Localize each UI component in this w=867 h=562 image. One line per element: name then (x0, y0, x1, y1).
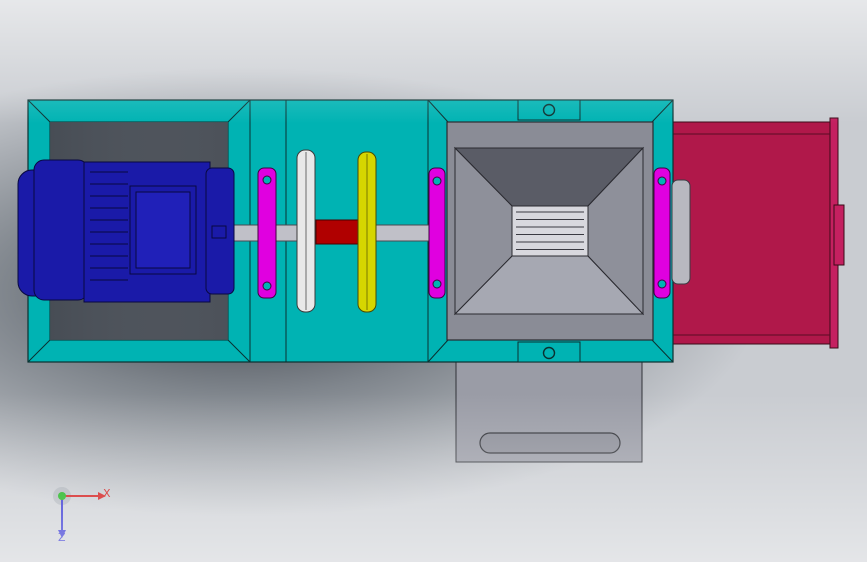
bearing-left[interactable] (257, 167, 277, 299)
cad-viewport[interactable]: X Y Z (0, 0, 867, 562)
x-axis-label: X (103, 487, 111, 500)
pulley-white[interactable] (296, 149, 316, 313)
support-plate[interactable] (455, 361, 643, 463)
shaft-coupling[interactable] (315, 219, 363, 245)
electric-motor[interactable] (17, 159, 235, 303)
z-axis-label: Z (58, 531, 66, 544)
assembly-model[interactable] (0, 0, 867, 562)
bearing-hopper-right[interactable] (653, 167, 691, 299)
feed-hopper[interactable] (446, 121, 654, 341)
bearing-hopper-left[interactable] (428, 167, 446, 299)
discharge-chute[interactable] (671, 117, 845, 349)
pulley-yellow[interactable] (357, 151, 377, 313)
